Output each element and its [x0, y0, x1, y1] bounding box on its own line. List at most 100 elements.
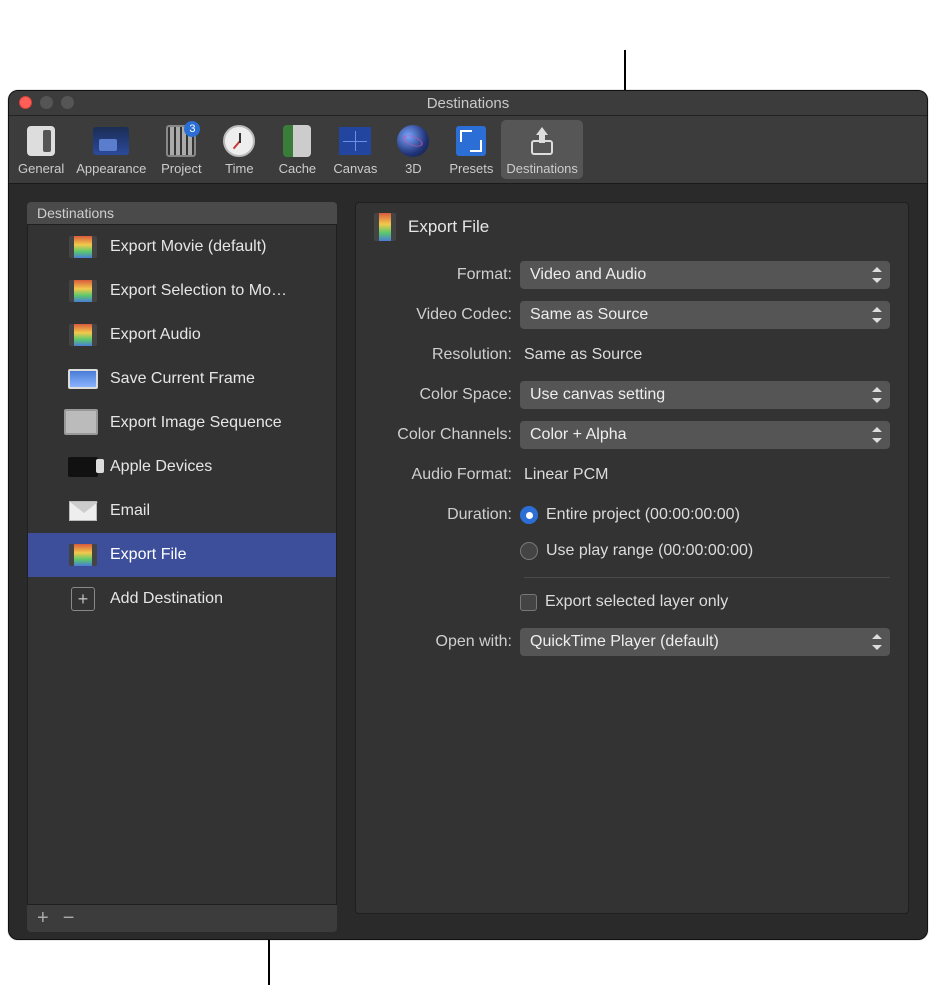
tab-project[interactable]: Project	[153, 120, 209, 179]
row-resolution: Resolution: Same as Source	[374, 341, 890, 369]
tab-label: Canvas	[333, 161, 377, 176]
label-open-with: Open with:	[374, 633, 520, 651]
panel-title: Export File	[408, 217, 489, 237]
sidebar-item-label: Export Image Sequence	[110, 414, 282, 432]
tab-cache[interactable]: Cache	[269, 120, 325, 179]
select-open-with[interactable]: QuickTime Player (default)	[520, 628, 890, 656]
chevron-updown-icon	[872, 634, 882, 650]
sidebar-item-save-frame[interactable]: Save Current Frame	[28, 357, 336, 401]
sidebar-item-image-sequence[interactable]: Export Image Sequence	[28, 401, 336, 445]
canvas-icon	[334, 123, 376, 159]
sidebar-item-label: Export Movie (default)	[110, 238, 267, 256]
zoom-button[interactable]	[61, 96, 74, 109]
tab-label: 3D	[405, 161, 422, 176]
tab-label: Destinations	[506, 161, 578, 176]
row-open-with: Open with: QuickTime Player (default)	[374, 628, 890, 656]
checkbox-export-selected-layer[interactable]	[520, 594, 537, 611]
sidebar-item-label: Export Selection to Mo…	[110, 282, 287, 300]
tab-canvas[interactable]: Canvas	[327, 120, 383, 179]
radio-play-range[interactable]	[520, 542, 538, 560]
sidebar-item-email[interactable]: Email	[28, 489, 336, 533]
row-export-selected: Export selected layer only	[374, 588, 890, 616]
image-sequence-icon	[68, 410, 98, 436]
select-format[interactable]: Video and Audio	[520, 261, 890, 289]
appearance-icon	[90, 123, 132, 159]
sidebar-item-export-file[interactable]: Export File	[28, 533, 336, 577]
film-icon	[68, 542, 98, 568]
label-color-channels: Color Channels:	[374, 426, 520, 444]
checkbox-label: Export selected layer only	[545, 593, 728, 611]
general-icon	[20, 123, 62, 159]
sidebar-item-add-destination[interactable]: + Add Destination	[28, 577, 336, 621]
tab-label: Presets	[449, 161, 493, 176]
row-duration-range: Use play range (00:00:00:00)	[374, 537, 890, 565]
globe-3d-icon	[392, 123, 434, 159]
tab-label: General	[18, 161, 64, 176]
sidebar-item-export-selection[interactable]: Export Selection to Mo…	[28, 269, 336, 313]
panel-header: Export File	[374, 213, 890, 241]
sidebar-footer: + −	[27, 904, 337, 932]
remove-destination-button[interactable]: −	[63, 907, 75, 930]
destination-settings-panel: Export File Format: Video and Audio Vide…	[355, 202, 909, 914]
chevron-updown-icon	[872, 307, 882, 323]
window-controls	[19, 96, 74, 109]
preferences-window: Destinations General Appearance Project …	[8, 90, 928, 940]
select-color-channels[interactable]: Color + Alpha	[520, 421, 890, 449]
chevron-updown-icon	[872, 427, 882, 443]
divider	[524, 577, 890, 578]
tab-label: Appearance	[76, 161, 146, 176]
value-audio-format: Linear PCM	[520, 466, 608, 484]
sidebar-item-export-audio[interactable]: Export Audio	[28, 313, 336, 357]
close-button[interactable]	[19, 96, 32, 109]
chevron-updown-icon	[872, 267, 882, 283]
tab-general[interactable]: General	[13, 120, 69, 179]
tab-label: Time	[225, 161, 253, 176]
select-color-space[interactable]: Use canvas setting	[520, 381, 890, 409]
row-duration-entire: Duration: Entire project (00:00:00:00)	[374, 501, 890, 529]
stopwatch-icon	[218, 123, 260, 159]
film-icon	[68, 234, 98, 260]
value-resolution: Same as Source	[520, 346, 642, 364]
label-video-codec: Video Codec:	[374, 306, 520, 324]
tab-3d[interactable]: 3D	[385, 120, 441, 179]
window-title: Destinations	[427, 95, 510, 112]
label-color-space: Color Space:	[374, 386, 520, 404]
sidebar-item-label: Add Destination	[110, 590, 223, 608]
radio-label: Entire project (00:00:00:00)	[546, 506, 740, 524]
sidebar-item-label: Email	[110, 502, 150, 520]
tab-destinations[interactable]: Destinations	[501, 120, 583, 179]
presets-icon	[450, 123, 492, 159]
film-icon	[68, 322, 98, 348]
tab-presets[interactable]: Presets	[443, 120, 499, 179]
tab-label: Project	[161, 161, 201, 176]
radio-entire-project[interactable]	[520, 506, 538, 524]
project-icon	[160, 123, 202, 159]
row-format: Format: Video and Audio	[374, 261, 890, 289]
row-video-codec: Video Codec: Same as Source	[374, 301, 890, 329]
envelope-icon	[68, 498, 98, 524]
label-duration: Duration:	[374, 506, 520, 524]
select-video-codec[interactable]: Same as Source	[520, 301, 890, 329]
label-format: Format:	[374, 266, 520, 284]
chevron-updown-icon	[872, 387, 882, 403]
add-destination-button[interactable]: +	[37, 907, 49, 930]
tab-time[interactable]: Time	[211, 120, 267, 179]
apple-devices-icon	[68, 454, 98, 480]
sidebar-item-label: Export File	[110, 546, 186, 564]
select-value: Use canvas setting	[530, 386, 665, 404]
film-icon	[374, 213, 396, 241]
label-resolution: Resolution:	[374, 346, 520, 364]
row-color-channels: Color Channels: Color + Alpha	[374, 421, 890, 449]
frame-icon	[68, 366, 98, 392]
sidebar-item-export-movie[interactable]: Export Movie (default)	[28, 225, 336, 269]
select-value: Video and Audio	[530, 266, 646, 284]
destinations-list: Export Movie (default) Export Selection …	[27, 225, 337, 904]
destinations-sidebar: Destinations Export Movie (default) Expo…	[27, 202, 337, 932]
radio-label: Use play range (00:00:00:00)	[546, 542, 753, 560]
sidebar-item-apple-devices[interactable]: Apple Devices	[28, 445, 336, 489]
sidebar-item-label: Apple Devices	[110, 458, 212, 476]
select-value: Color + Alpha	[530, 426, 627, 444]
preferences-toolbar: General Appearance Project Time Cache Ca…	[9, 116, 927, 184]
tab-appearance[interactable]: Appearance	[71, 120, 151, 179]
minimize-button[interactable]	[40, 96, 53, 109]
